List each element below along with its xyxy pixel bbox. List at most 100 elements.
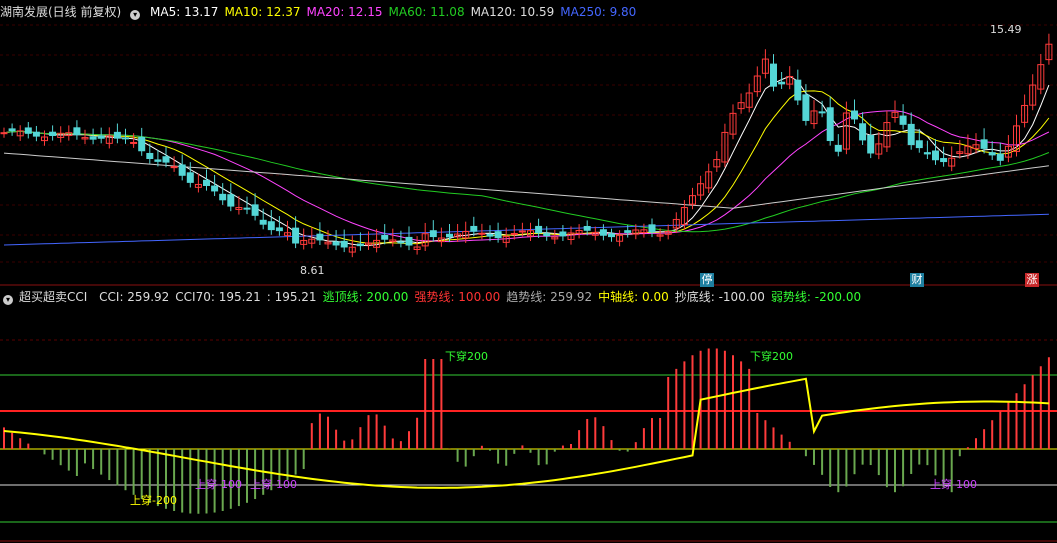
candle-body	[923, 152, 931, 155]
cci-legend-item: CCI70: 195.21	[175, 290, 261, 304]
cci-legend-item: 中轴线: 0.00	[598, 290, 669, 304]
candle-body	[624, 230, 632, 233]
candle-body	[292, 227, 300, 244]
candle-body	[0, 132, 8, 135]
ma-legend-item: MA250: 9.80	[560, 5, 637, 19]
ma-line	[3, 213, 1049, 246]
candle-body	[259, 219, 267, 225]
candle-body	[486, 233, 494, 237]
candle-body	[73, 127, 81, 136]
candle-body	[429, 230, 437, 238]
candle-body	[802, 94, 810, 121]
candle-body	[24, 127, 32, 134]
cci-annotation: 上穿-100	[930, 477, 977, 491]
candle-body	[130, 141, 138, 144]
candle-body	[834, 144, 842, 152]
candle-body	[932, 150, 939, 161]
ma-line	[3, 130, 1050, 233]
cci-annotation: 上穿-200	[130, 493, 177, 507]
candle-body	[89, 136, 97, 140]
candle-body	[243, 207, 251, 210]
candle-body	[154, 159, 162, 162]
cci-legend-item: 弱势线: -200.00	[770, 290, 862, 304]
candle-body	[818, 111, 826, 114]
candle-body	[470, 225, 478, 232]
candle-body	[32, 131, 40, 137]
cci-title: 超买超卖CCI	[19, 290, 88, 304]
high-price-label: 15.49	[990, 23, 1022, 36]
stock-title: 湖南发展(日线 前复权)	[0, 5, 122, 19]
candle-body	[996, 153, 1004, 161]
ma-legend-item: MA20: 12.15	[306, 5, 383, 19]
candle-body	[122, 137, 129, 140]
cci-legend-item: : 195.21	[266, 290, 317, 304]
ma-legend-item: MA5: 13.17	[150, 5, 219, 19]
candle-body	[186, 172, 194, 183]
candle-body	[203, 179, 210, 186]
candle-body	[899, 115, 907, 125]
cci-legend-item: 逃顶线: 200.00	[322, 290, 409, 304]
candle-body	[397, 241, 405, 244]
candle-body	[227, 194, 235, 207]
candle-body	[648, 224, 656, 233]
candle-body	[851, 110, 858, 120]
finance-badge[interactable]: 财	[910, 273, 924, 287]
candle-body	[510, 233, 518, 236]
candle-body	[988, 152, 996, 156]
ma-legend-item: MA10: 12.37	[224, 5, 301, 19]
candle-body	[219, 193, 227, 201]
candle-body	[170, 166, 178, 169]
candle-body	[915, 140, 923, 149]
candle-body	[97, 135, 105, 139]
candle-body	[826, 107, 834, 142]
candle-body	[211, 185, 219, 192]
candle-body	[794, 79, 802, 101]
candle-body	[138, 136, 146, 152]
cci-annotation: 上穿-100	[195, 477, 242, 491]
candle-body	[535, 225, 543, 234]
candle-body	[113, 131, 121, 139]
suspension-badge[interactable]: 停	[700, 273, 714, 287]
candle-body	[178, 164, 186, 176]
candle-body	[608, 233, 615, 238]
cci-legend-item: 趋势线: 259.92	[506, 290, 593, 304]
candle-body	[381, 235, 389, 240]
cci-annotation: 下穿200	[445, 349, 488, 363]
candle-body	[599, 229, 607, 236]
settings-toggle-icon[interactable]: ▾	[130, 10, 141, 20]
candle-body	[340, 240, 348, 248]
cci-legend: ▾ 超买超卖CCI CCI: 259.92 CCI70: 195.21 : 195.2…	[0, 288, 873, 306]
candle-body	[275, 227, 283, 232]
cci-annotation: 上穿-100	[250, 477, 297, 491]
ma-legend-item: MA60: 11.08	[388, 5, 465, 19]
candle-body	[867, 134, 875, 154]
candle-body	[446, 233, 453, 238]
ma-legend-item: MA120: 10.59	[470, 5, 555, 19]
candle-body	[356, 243, 364, 247]
candle-body	[316, 233, 324, 241]
cci-settings-icon[interactable]: ▾	[3, 295, 13, 305]
cci-annotation: 下穿200	[750, 349, 793, 363]
candle-body	[494, 231, 502, 239]
candle-body	[332, 241, 340, 246]
candle-body	[146, 152, 154, 160]
candle-body	[940, 158, 948, 163]
candle-body	[543, 233, 551, 237]
candle-body	[267, 221, 275, 231]
price-legend: 湖南发展(日线 前复权) ▾ MA5: 13.17 MA10: 12.37 MA20:…	[0, 3, 648, 21]
candle-body	[478, 232, 486, 235]
candle-body	[405, 236, 413, 246]
limit-up-badge[interactable]: 涨	[1025, 273, 1039, 287]
candle-body	[859, 123, 867, 141]
cci-legend-item: 抄底线: -100.00	[674, 290, 765, 304]
candle-body	[907, 123, 915, 146]
cci-legend-item: CCI: 259.92	[99, 290, 170, 304]
chart-canvas[interactable]: 15.49 8.61 下穿200 下穿200 上穿-200 上穿-100 上穿-100 上穿-…	[0, 0, 1057, 543]
candle-body	[559, 231, 567, 237]
candle-body	[251, 204, 259, 216]
low-price-label: 8.61	[300, 264, 325, 277]
cci-legend-item: 强势线: 100.00	[414, 290, 501, 304]
candle-body	[162, 156, 170, 163]
candle-body	[770, 63, 777, 87]
candle-body	[583, 225, 591, 231]
